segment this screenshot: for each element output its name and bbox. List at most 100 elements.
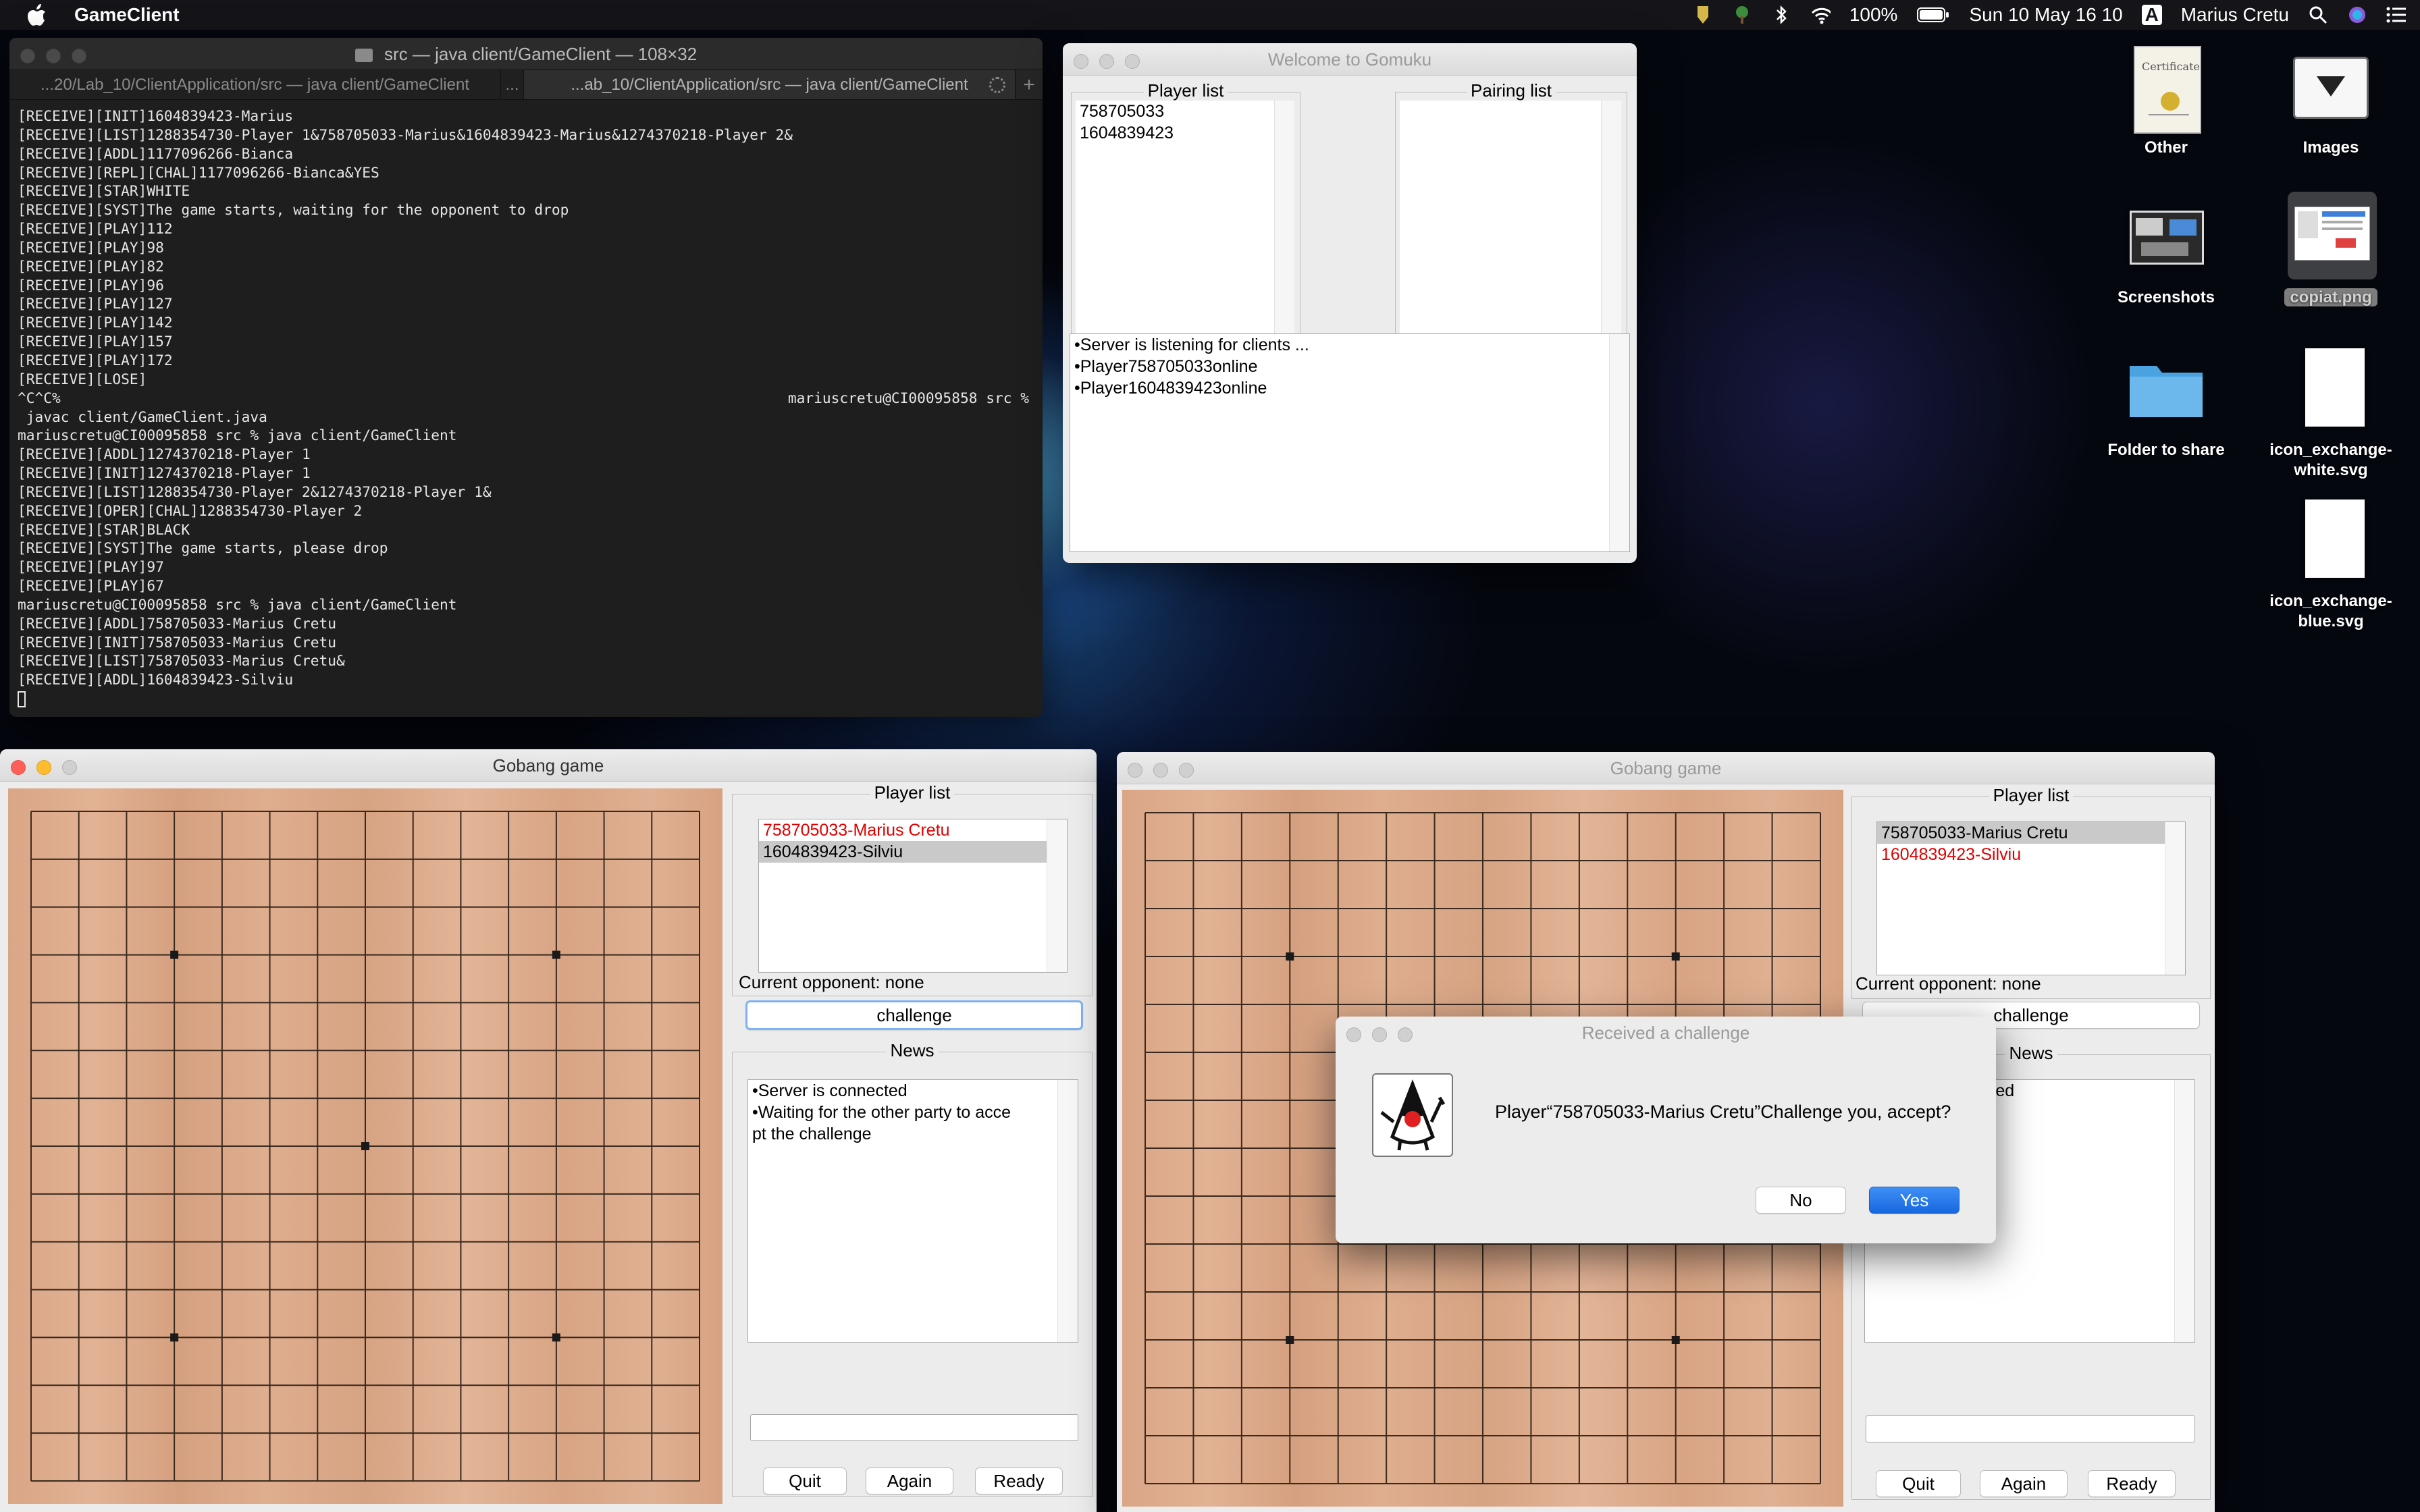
siri-icon[interactable] (2347, 5, 2367, 25)
chat-input[interactable] (1866, 1415, 2195, 1442)
desktop-icon-copiat[interactable]: copiat.png (2263, 189, 2398, 317)
bluetooth-icon[interactable] (1771, 5, 1791, 25)
zoom-button[interactable] (1125, 54, 1140, 69)
yes-button[interactable]: Yes (1869, 1187, 1959, 1214)
minimize-button[interactable] (1099, 54, 1114, 69)
scrollbar[interactable] (2165, 822, 2185, 975)
wifi-icon[interactable] (1810, 5, 1831, 25)
battery-icon[interactable] (1916, 5, 1950, 25)
list-item[interactable]: 758705033-Marius Cretu (1877, 822, 2165, 844)
terminal-titlebar[interactable]: src — java client/GameClient — 108×32 (9, 38, 1043, 70)
clock[interactable]: Sun 10 May 16 10 (1969, 4, 2122, 26)
minimize-button[interactable] (1372, 1027, 1387, 1042)
user-menu[interactable]: Marius Cretu (2181, 4, 2289, 26)
scrollbar[interactable] (1047, 819, 1067, 972)
new-tab-button[interactable]: + (1016, 70, 1043, 99)
battery-percent: 100% (1849, 4, 1898, 25)
terminal-line: [RECEIVE][PLAY]98 (18, 238, 164, 256)
news-line: •Server is connected (752, 1081, 908, 1100)
log-line: •Player758705033online (1074, 357, 1258, 376)
scrollbar[interactable] (1609, 334, 1629, 551)
ready-button[interactable]: Ready (2088, 1470, 2176, 1497)
apple-menu-icon[interactable] (0, 3, 74, 26)
list-item[interactable]: 1604839423-Silviu (759, 841, 1047, 863)
terminal-line: [RECEIVE][LIST]1288354730-Player 2&12743… (18, 483, 492, 500)
no-button[interactable]: No (1756, 1187, 1846, 1214)
player-list[interactable]: 758705033-Marius Cretu 1604839423-Silviu (1876, 821, 2186, 975)
java-duke-icon (1372, 1073, 1453, 1157)
tree-icon[interactable] (1732, 5, 1752, 25)
terminal-line: [RECEIVE][ADDL]1177096266-Bianca (18, 144, 294, 162)
player-list[interactable]: 758705033 1604839423 (1076, 101, 1294, 364)
terminal-tab-1[interactable]: ...20/Lab_10/ClientApplication/src — jav… (9, 70, 501, 99)
dialog-title: Received a challenge (1581, 1023, 1750, 1043)
desktop-icon-images[interactable]: Images (2263, 42, 2398, 163)
close-button[interactable] (1128, 763, 1142, 778)
close-button[interactable] (20, 49, 35, 63)
terminal-line: [RECEIVE][PLAY]142 (18, 314, 173, 331)
server-titlebar[interactable]: Welcome to Gomuku (1063, 43, 1637, 76)
scrollbar[interactable] (1601, 101, 1621, 364)
minimize-button[interactable] (1153, 763, 1168, 778)
again-button[interactable]: Again (866, 1467, 953, 1494)
icon-label: Screenshots (2117, 288, 2215, 306)
quit-button[interactable]: Quit (763, 1467, 847, 1494)
server-log[interactable]: •Server is listening for clients ... •Pl… (1070, 333, 1630, 552)
terminal-tab-2[interactable]: ...ab_10/ClientApplication/src — java cl… (524, 70, 1016, 99)
scrollbar[interactable] (1274, 101, 1294, 364)
close-button[interactable] (1346, 1027, 1361, 1042)
icon-label: Folder to share (2107, 441, 2225, 459)
dialog-titlebar[interactable]: Received a challenge (1336, 1017, 1996, 1049)
pairing-list[interactable] (1400, 101, 1621, 364)
again-button[interactable]: Again (1980, 1470, 2068, 1497)
zoom-button[interactable] (72, 49, 86, 63)
gobang-titlebar[interactable]: Gobang game (0, 749, 1097, 782)
terminal-line: [RECEIVE][INIT]1274370218-Player 1 (18, 464, 311, 482)
zoom-button[interactable] (1179, 763, 1194, 778)
tab-overflow-icon[interactable]: ... (501, 70, 524, 99)
scrollbar[interactable] (1057, 1080, 1078, 1342)
group-title: News (886, 1040, 939, 1060)
desktop-icon-folder-to-share[interactable]: Folder to share (2099, 346, 2234, 467)
list-item[interactable]: 1604839423 (1076, 122, 1294, 144)
challenge-button[interactable]: challenge (745, 1000, 1083, 1030)
list-item[interactable]: 758705033 (1076, 101, 1294, 122)
close-button[interactable] (1074, 54, 1088, 69)
terminal-line: [RECEIVE][LOSE] (18, 370, 147, 387)
gobang-titlebar[interactable]: Gobang game (1117, 752, 2215, 784)
list-item[interactable]: 1604839423-Silviu (1877, 844, 2185, 865)
app-name-menu[interactable]: GameClient (74, 4, 180, 26)
list-item[interactable]: 758705033-Marius Cretu (759, 819, 1067, 841)
close-button[interactable] (11, 760, 26, 775)
notification-center-icon[interactable] (2386, 5, 2406, 25)
desktop-icon-exchange-white[interactable]: icon_exchange- white.svg (2263, 346, 2398, 487)
quit-button[interactable]: Quit (1876, 1470, 1961, 1497)
terminal-line: [RECEIVE][INIT]758705033-Marius Cretu (18, 633, 336, 651)
terminal-line: [RECEIVE][ADDL]1274370218-Player 1 (18, 446, 311, 463)
chat-input[interactable] (750, 1414, 1078, 1441)
desktop-icon-screenshots[interactable]: Screenshots (2099, 196, 2234, 317)
gobang-board[interactable] (8, 788, 722, 1504)
desktop-icon-exchange-blue[interactable]: icon_exchange- blue.svg (2263, 497, 2398, 639)
spotlight-search-icon[interactable] (2308, 5, 2328, 25)
ready-button[interactable]: Ready (975, 1467, 1063, 1494)
zoom-button[interactable] (1398, 1027, 1413, 1042)
terminal-output[interactable]: [RECEIVE][INIT]1604839423-Marius [RECEIVE… (9, 100, 1043, 715)
desktop-icon-other[interactable]: Certificate Other (2099, 42, 2234, 163)
minimize-button[interactable] (46, 49, 61, 63)
screenshots-folder-icon (2130, 211, 2204, 265)
zoom-button[interactable] (62, 760, 77, 775)
group-title: Player list (1989, 785, 2074, 805)
minimize-button[interactable] (36, 760, 51, 775)
current-opponent-label: Current opponent: none (739, 972, 924, 992)
downloads-folder-icon (2293, 57, 2369, 119)
terminal-line: [RECEIVE][OPER][CHAL]1288354730-Player 2 (18, 502, 363, 519)
scrollbar[interactable] (2174, 1080, 2194, 1342)
terminal-cursor (18, 689, 1034, 708)
player-list[interactable]: 758705033-Marius Cretu 1604839423-Silviu (758, 819, 1068, 973)
news-panel[interactable]: •Server is connected •Waiting for the ot… (747, 1079, 1078, 1343)
input-source-icon[interactable]: A (2141, 5, 2162, 25)
icon-label: Other (2144, 138, 2188, 157)
vpn-icon[interactable] (1693, 5, 1713, 25)
terminal-window: src — java client/GameClient — 108×32 ..… (9, 38, 1043, 717)
